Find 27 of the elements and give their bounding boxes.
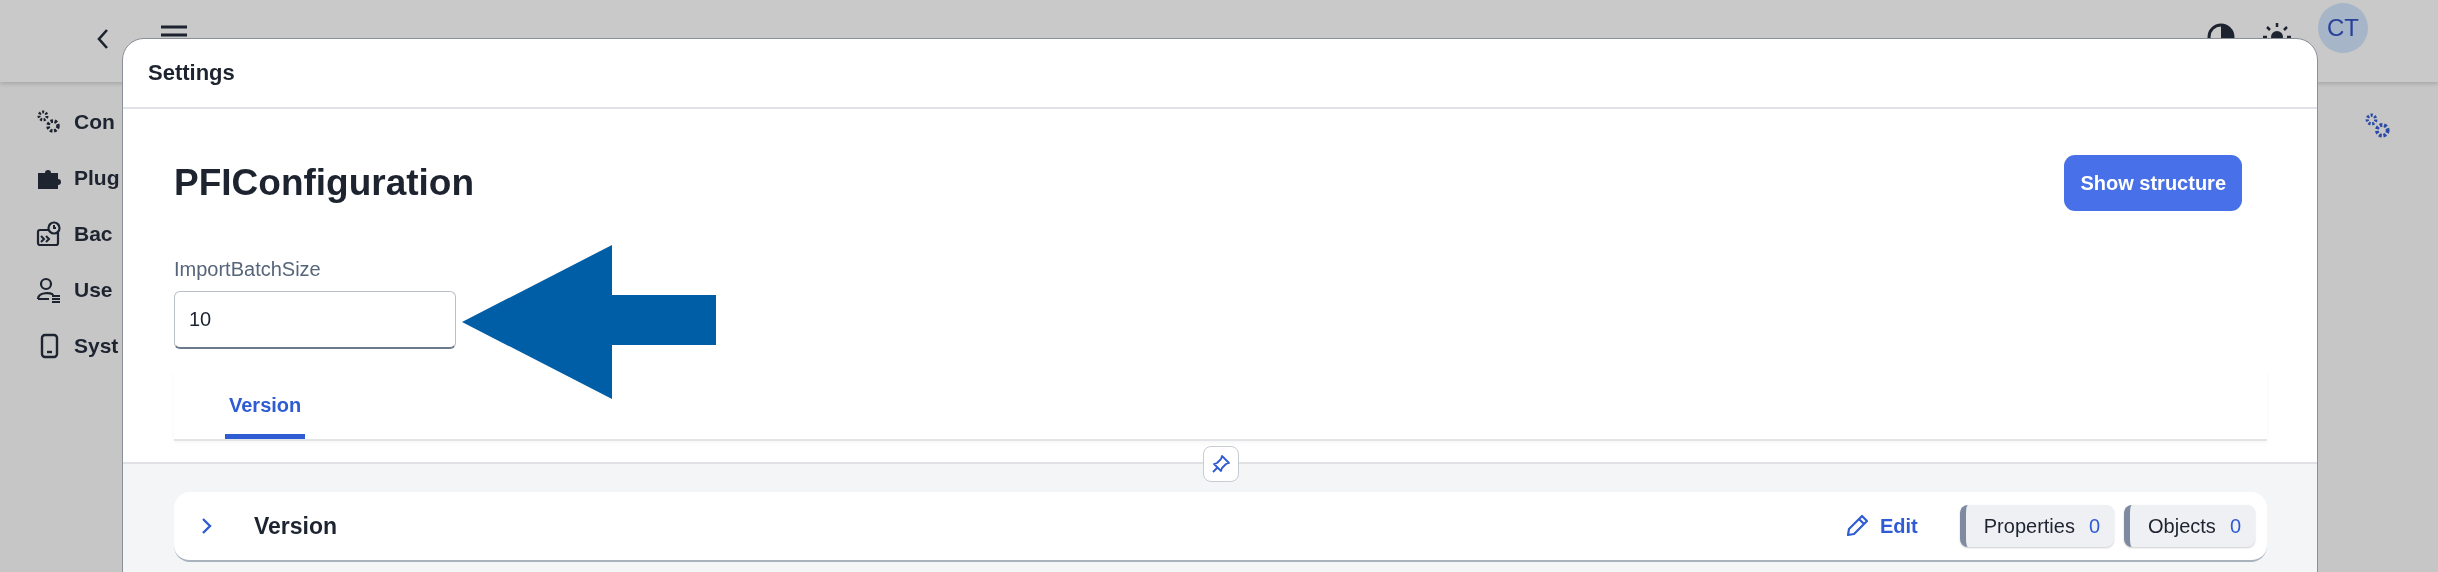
pencil-icon: [1844, 513, 1870, 539]
counter-value: 0: [2229, 514, 2241, 538]
counter-label: Properties: [1983, 514, 2075, 538]
field-label: ImportBatchSize: [174, 258, 322, 281]
gears-icon: [36, 109, 62, 135]
pin-icon: [1210, 454, 1231, 474]
panel-title: Version: [254, 512, 338, 540]
backup-icon: [36, 221, 62, 247]
back-icon[interactable]: [96, 28, 110, 50]
sidebar-item[interactable]: Con: [74, 110, 115, 134]
pin-button[interactable]: [1202, 446, 1239, 482]
user-avatar[interactable]: CT: [2318, 3, 2368, 53]
tab[interactable]: Version: [225, 377, 306, 439]
counter-value: 0: [2088, 514, 2101, 538]
sidebar-item[interactable]: Use: [74, 278, 113, 302]
input-field[interactable]: 10: [174, 291, 456, 349]
user-list-icon: [36, 277, 62, 303]
dialog-title: Settings: [148, 60, 235, 86]
sidebar-item[interactable]: Syst: [74, 334, 119, 358]
sidebar-item[interactable]: Bac: [74, 222, 113, 246]
settings-icon[interactable]: [2364, 112, 2392, 140]
chevron-icon[interactable]: [200, 516, 214, 536]
show-structure-button[interactable]: Show structure: [2064, 155, 2242, 211]
edit-button[interactable]: Edit: [1838, 512, 1924, 540]
counter-label: Objects: [2148, 514, 2216, 538]
sidebar-item[interactable]: Plug: [74, 166, 120, 190]
page-heading: PFIConfiguration: [174, 162, 475, 204]
